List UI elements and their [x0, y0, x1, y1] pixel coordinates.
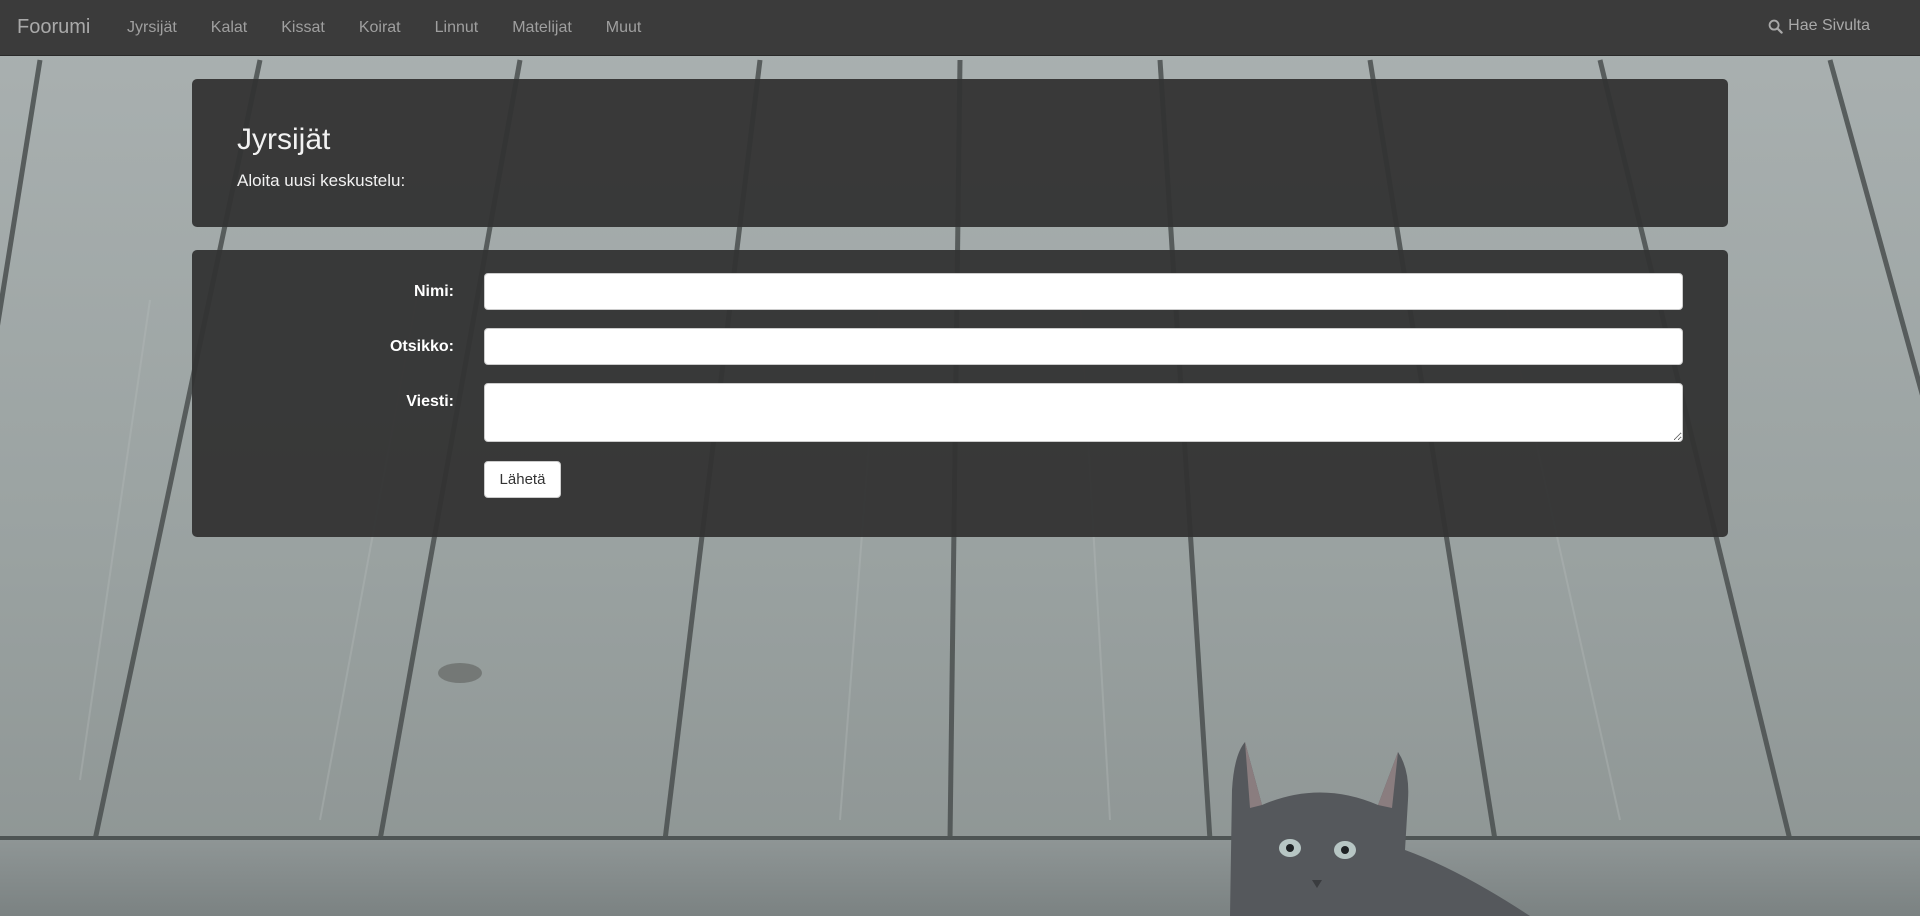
- message-textarea[interactable]: [484, 383, 1683, 442]
- top-navbar: Foorumi Jyrsijät Kalat Kissat Koirat Lin…: [0, 0, 1920, 56]
- submit-button[interactable]: Lähetä: [484, 461, 561, 498]
- nav-item-kalat[interactable]: Kalat: [194, 19, 264, 37]
- new-thread-form: Nimi: Otsikko: Viesti: Lähetä: [192, 250, 1728, 537]
- nav-menu: Jyrsijät Kalat Kissat Koirat Linnut Mate…: [110, 0, 658, 56]
- name-label: Nimi:: [414, 283, 454, 300]
- search-link[interactable]: Hae Sivulta: [1768, 17, 1870, 35]
- name-input[interactable]: [484, 273, 1683, 310]
- nav-item-koirat[interactable]: Koirat: [342, 19, 418, 37]
- brand-link[interactable]: Foorumi: [17, 16, 90, 39]
- search-icon: [1768, 19, 1783, 34]
- nav-item-muut[interactable]: Muut: [589, 19, 659, 37]
- search-label: Hae Sivulta: [1788, 17, 1870, 34]
- nav-item-jyrsijat[interactable]: Jyrsijät: [110, 19, 194, 37]
- page-title: Jyrsijät: [237, 123, 331, 156]
- nav-item-linnut[interactable]: Linnut: [418, 19, 496, 37]
- subject-label: Otsikko:: [389, 338, 454, 355]
- subject-input[interactable]: [484, 328, 1683, 365]
- nav-item-kissat[interactable]: Kissat: [264, 19, 342, 37]
- message-label: Viesti:: [406, 393, 454, 410]
- nav-item-matelijat[interactable]: Matelijat: [495, 19, 589, 37]
- page-header-panel: Jyrsijät Aloita uusi keskustelu:: [192, 79, 1728, 227]
- page-subtitle: Aloita uusi keskustelu:: [237, 171, 406, 190]
